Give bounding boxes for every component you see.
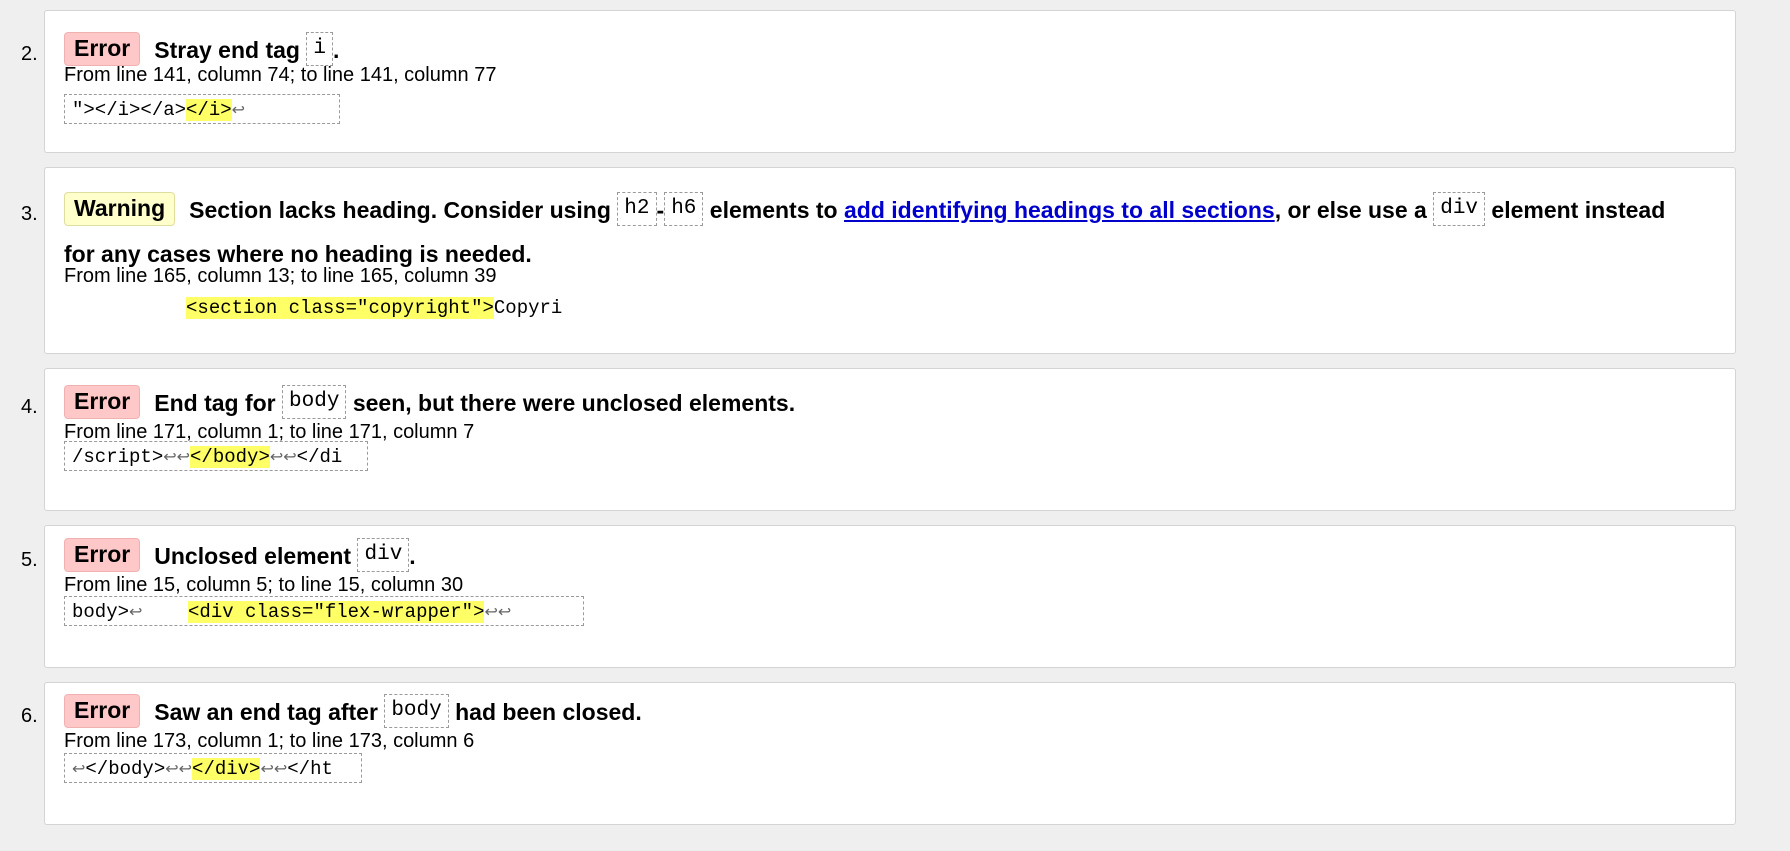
- source-extract: ↩</body>↩↩</div>↩↩</ht: [64, 753, 362, 783]
- extract-text: Copyri: [493, 297, 563, 319]
- error-badge: Error: [64, 31, 141, 66]
- code-element-name: div: [1433, 191, 1486, 226]
- source-extract: body>↩ <div class="flex-wrapper">↩↩: [64, 596, 584, 626]
- message-card: Error End tag for body seen, but there we…: [44, 368, 1736, 511]
- code-element-name: h2: [617, 191, 657, 226]
- code-element-name: i: [306, 31, 333, 66]
- extract-text: /script>: [72, 446, 164, 468]
- message-number: 4.: [21, 396, 38, 418]
- message-text: .: [332, 37, 340, 63]
- extract-text: [72, 297, 186, 319]
- warning-badge: Warning: [64, 191, 176, 226]
- line-break-icon: ↩↩: [165, 759, 193, 778]
- message-text: Saw an end tag after: [154, 699, 385, 725]
- code-element-name: div: [357, 537, 410, 572]
- message-location: From line 141, column 74; to line 141, c…: [64, 64, 497, 86]
- message-location: From line 15, column 5; to line 15, colu…: [64, 574, 464, 596]
- message-card: Warning Section lacks heading. Consider u…: [44, 167, 1736, 354]
- extract-text: </ht: [287, 758, 333, 780]
- source-extract: <section class="copyright">Copyri: [64, 292, 562, 322]
- message-card: Error Saw an end tag after body had been …: [44, 682, 1736, 825]
- message-number: 2.: [21, 43, 38, 65]
- extract-highlight: </i>: [186, 99, 232, 121]
- error-badge: Error: [64, 537, 141, 572]
- message-text: Stray end tag: [154, 37, 307, 63]
- source-extract: "></i></a></i>↩: [64, 94, 340, 124]
- line-break-icon: ↩: [231, 100, 246, 119]
- message-number: 6.: [21, 705, 38, 727]
- line-break-icon: ↩↩: [260, 759, 288, 778]
- message-text: Section lacks heading. Consider using: [189, 197, 618, 223]
- message-card: Error Unclosed element div. From line 15, …: [44, 525, 1736, 668]
- extract-text: </di: [296, 446, 343, 468]
- message-text: , or else use a: [1274, 197, 1434, 223]
- code-element-name: body: [282, 384, 347, 419]
- line-break-icon: ↩↩: [484, 602, 512, 621]
- message-heading: Warning Section lacks heading. Consider u…: [64, 188, 1695, 276]
- extract-text: "></i></a>: [72, 99, 187, 121]
- message-text: -: [656, 197, 665, 223]
- message-location: From line 173, column 1; to line 173, co…: [64, 730, 475, 752]
- message-text: .: [409, 543, 416, 569]
- headings-help-link[interactable]: add identifying headings to all sections: [844, 197, 1275, 223]
- line-break-icon: ↩↩: [163, 447, 191, 466]
- extract-highlight: <div class="flex-wrapper">: [188, 601, 485, 623]
- extract-text: </body>: [85, 758, 166, 780]
- code-element-name: body: [384, 693, 449, 728]
- line-break-icon: ↩: [72, 759, 86, 778]
- message-location: From line 165, column 13; to line 165, c…: [64, 265, 497, 287]
- extract-highlight: </body>: [190, 446, 270, 468]
- extract-text: [142, 601, 188, 623]
- source-extract: /script>↩↩</body>↩↩</di: [64, 441, 368, 471]
- line-break-icon: ↩: [129, 602, 143, 621]
- message-text: Unclosed element: [154, 543, 358, 569]
- extract-highlight: <section class="copyright">: [186, 297, 494, 319]
- message-heading: Error End tag for body seen, but there we…: [64, 381, 1695, 425]
- extract-text: body>: [72, 601, 130, 623]
- message-number: 3.: [21, 203, 38, 225]
- message-text: End tag for: [154, 390, 283, 416]
- message-card: Error Stray end tag i. From line 141, colu…: [44, 10, 1736, 153]
- code-element-name: h6: [664, 191, 704, 226]
- error-badge: Error: [64, 384, 141, 419]
- message-text: had been closed.: [448, 699, 642, 725]
- extract-highlight: </div>: [192, 758, 261, 780]
- message-text: seen, but there were unclosed elements.: [346, 390, 796, 416]
- line-break-icon: ↩↩: [269, 447, 297, 466]
- message-number: 5.: [21, 549, 38, 571]
- error-badge: Error: [64, 693, 141, 728]
- message-heading: Error Unclosed element div.: [64, 534, 1695, 578]
- message-text: elements to: [703, 197, 845, 223]
- message-heading: Error Saw an end tag after body had been …: [64, 690, 1695, 734]
